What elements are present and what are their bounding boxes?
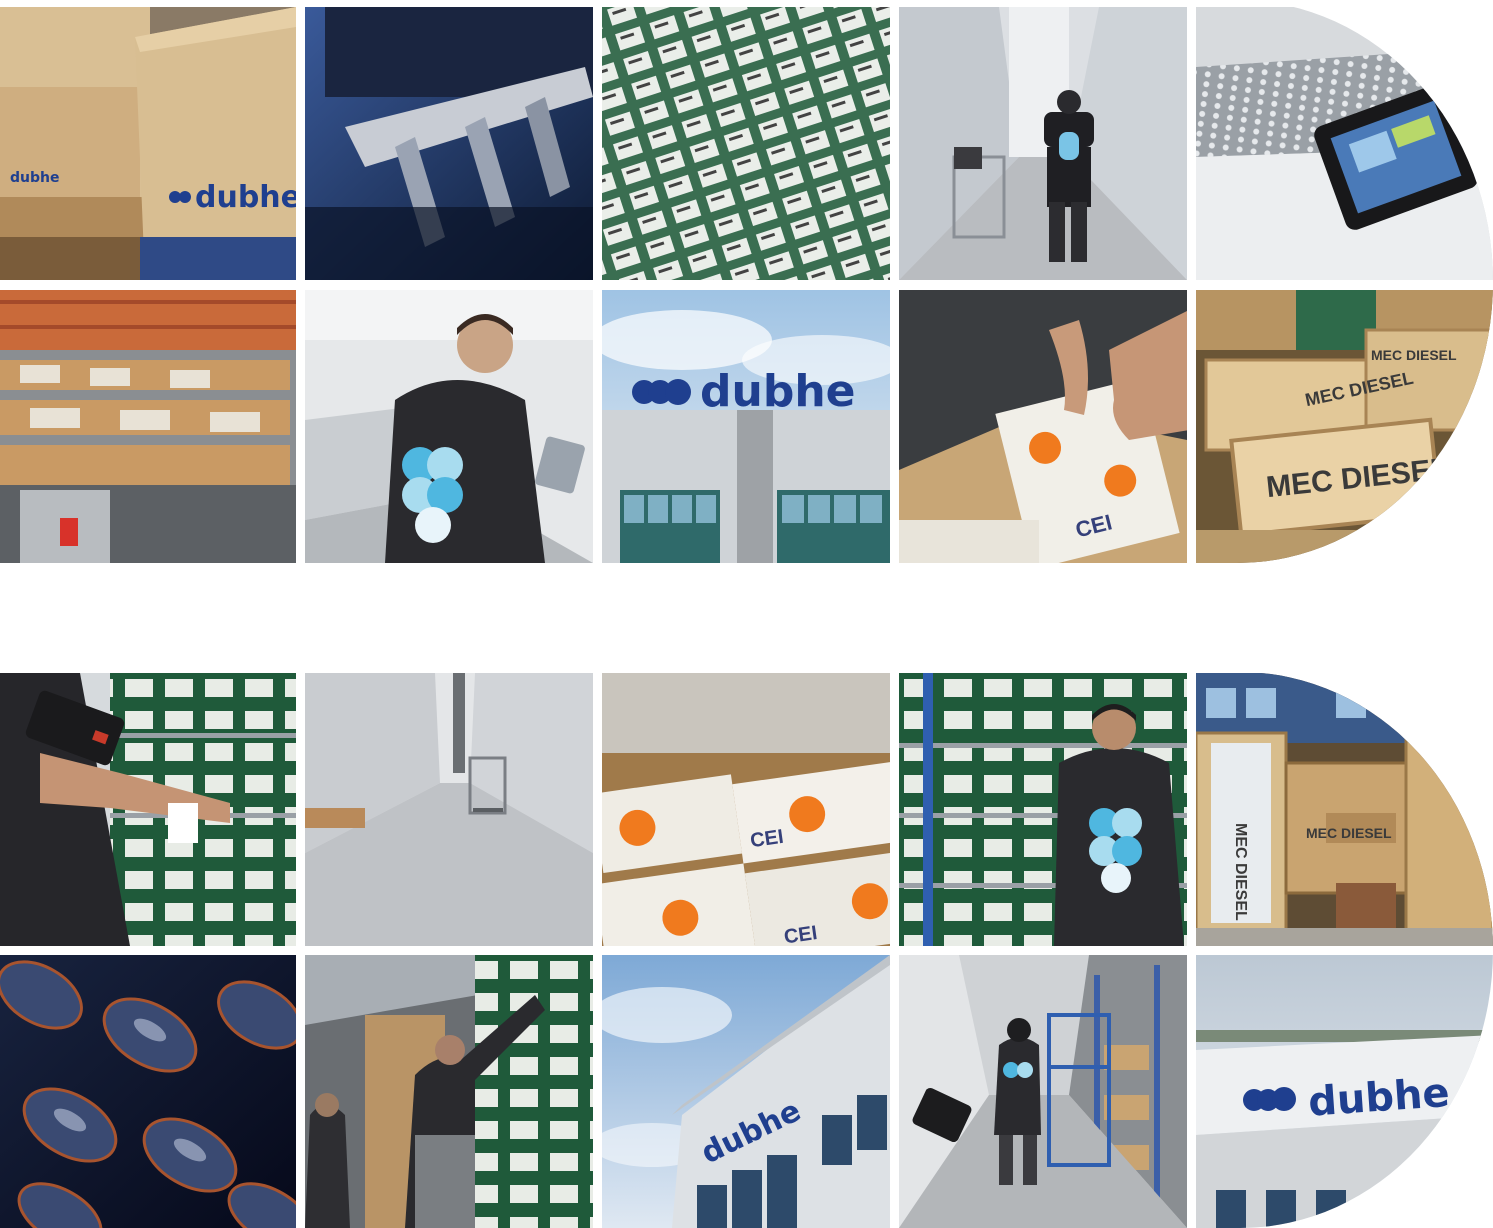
building-sign-text: dubhe (700, 366, 855, 417)
photo-crankshafts (0, 955, 296, 1228)
photo-cei-boxes-carton: CEI CEI (602, 673, 890, 946)
photo-dubhe-facade: dubhe (602, 955, 890, 1228)
photo-green-boxes (602, 7, 890, 280)
photo-barcode-scanning (0, 673, 296, 946)
photo-cardboard-boxes: dubhe dubhe (0, 7, 296, 280)
warehouse-crate-label-2: MEC DIESEL (1306, 825, 1392, 841)
box-logo-text-large: dubhe (195, 180, 296, 215)
photo-diesel-crates-warehouse: MEC DIESEL MEC DIESEL (1196, 673, 1493, 946)
photo-worker-terminal (305, 290, 593, 563)
photo-picking-tall-shelves (305, 955, 593, 1228)
box-logo-text-small: dubhe (10, 170, 59, 186)
carton-cei-label-2: CEI (783, 922, 819, 946)
photo-worker-blue-cart (899, 955, 1187, 1228)
photo-warehouse-shelving (0, 290, 296, 563)
photo-storage-aisle-cart (305, 673, 593, 946)
rooftop-sign-text: dubhe (1307, 1070, 1451, 1126)
carton-cei-label-1: CEI (749, 826, 785, 852)
photo-robotic-gripper (305, 7, 593, 280)
photo-mec-diesel-crates: MEC DIESEL MEC DIESEL MEC DIESEL (1196, 290, 1493, 563)
photo-worker-green-shelves (899, 673, 1187, 946)
crate-label-tertiary: MEC DIESEL (1371, 347, 1457, 363)
photo-dubhe-rooftop-sign: dubhe (1196, 955, 1493, 1228)
warehouse-crate-label-1: MEC DIESEL (1232, 823, 1249, 921)
photo-dubhe-building-sign: dubhe (602, 290, 890, 563)
photo-conveyor-terminal (1196, 7, 1493, 280)
photo-hands-cei-box: CEI (899, 290, 1187, 563)
photo-gallery-top: dubhe dubhe dubhe CEI MEC DIESEL MEC DIE… (0, 0, 1493, 563)
photo-gallery-bottom: CEI CEI MEC DIESEL MEC DIESEL dubhe dubh… (0, 672, 1493, 1228)
photo-worker-aisle (899, 7, 1187, 280)
